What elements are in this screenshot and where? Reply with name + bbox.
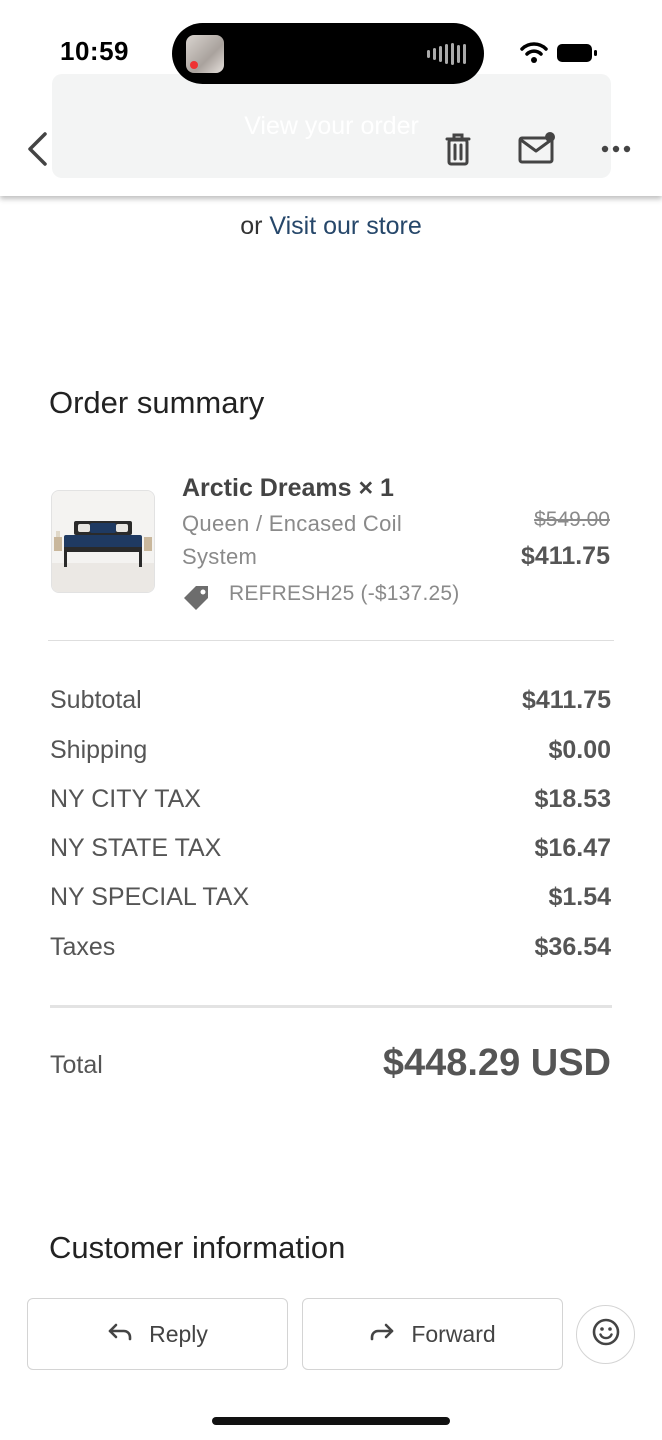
discount-code: REFRESH25 (-$137.25)	[229, 582, 460, 605]
divider	[48, 640, 614, 641]
original-price: $549.00	[534, 508, 610, 531]
product-variant-line2: System	[182, 544, 258, 569]
battery-icon	[556, 42, 598, 64]
ny-state-tax-label: NY STATE TAX	[50, 834, 222, 862]
ny-special-tax-value: $1.54	[548, 883, 611, 911]
subtotal-value: $411.75	[522, 686, 611, 714]
wifi-icon	[520, 42, 548, 64]
mark-unread-mail-icon[interactable]	[516, 130, 558, 166]
total-label: Total	[50, 1051, 103, 1079]
taxes-value: $36.54	[534, 933, 611, 961]
forward-icon	[369, 1321, 395, 1348]
emoji-reaction-button[interactable]	[576, 1305, 635, 1364]
taxes-label: Taxes	[50, 933, 116, 961]
trash-icon[interactable]	[440, 130, 476, 168]
subtotal-label: Subtotal	[50, 686, 142, 714]
smiley-icon	[591, 1317, 621, 1352]
product-variant-line1: Queen / Encased Coil	[182, 511, 403, 536]
product-title[interactable]: Arctic Dreams × 1	[182, 474, 394, 503]
now-playing-thumbnail	[186, 35, 224, 73]
ny-special-tax-label: NY SPECIAL TAX	[50, 883, 250, 911]
store-line: or Visit our store	[0, 212, 662, 241]
ny-city-tax-label: NY CITY TAX	[50, 785, 201, 813]
ny-state-tax-value: $16.47	[534, 834, 611, 862]
status-time: 10:59	[60, 36, 129, 66]
product-thumbnail[interactable]	[51, 490, 155, 593]
forward-button[interactable]: Forward	[302, 1298, 563, 1370]
back-chevron-icon[interactable]	[20, 128, 54, 170]
shipping-value: $0.00	[548, 736, 611, 764]
more-options-icon[interactable]	[598, 136, 634, 162]
ny-city-tax-value: $18.53	[534, 785, 611, 813]
audio-waveform-icon	[427, 43, 466, 65]
reply-label: Reply	[149, 1320, 208, 1347]
order-summary-heading: Order summary	[49, 385, 265, 420]
home-indicator[interactable]	[212, 1417, 450, 1425]
visit-store-link[interactable]: Visit our store	[269, 212, 421, 240]
shipping-label: Shipping	[50, 736, 148, 764]
total-value: $448.29 USD	[382, 1042, 611, 1084]
forward-label: Forward	[411, 1320, 496, 1347]
item-price: $411.75	[521, 542, 610, 570]
customer-information-heading: Customer information	[49, 1230, 346, 1265]
discount-tag-icon	[182, 584, 212, 614]
reply-button[interactable]: Reply	[27, 1298, 288, 1370]
store-line-prefix: or	[240, 212, 263, 240]
total-divider	[50, 1005, 612, 1008]
reply-icon	[107, 1321, 133, 1348]
dynamic-island	[172, 23, 484, 84]
